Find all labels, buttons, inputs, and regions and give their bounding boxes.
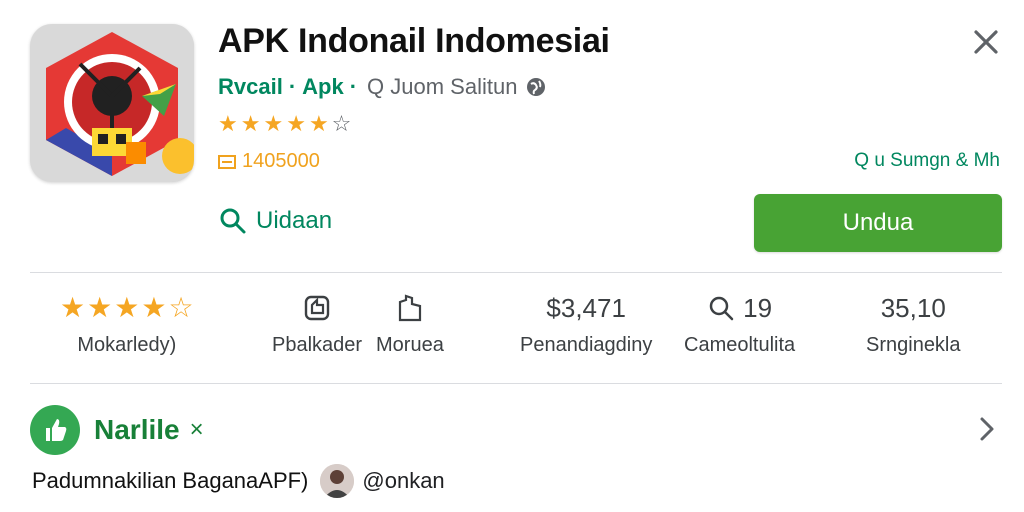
section-title: Narlile [94, 414, 180, 445]
stat-rating[interactable]: ★ ★ ★ ★ ☆ Mokarledy) [60, 288, 194, 357]
stat-srnginekla[interactable]: 35,10 Srnginekla [866, 288, 961, 357]
star-icon: ★ [240, 111, 261, 136]
star-icon: ★ [286, 111, 306, 136]
downloads-count: 1405000 [218, 150, 320, 173]
star-icon: ★ [141, 292, 167, 323]
chevron-right-icon[interactable] [976, 414, 998, 449]
close-button[interactable] [966, 22, 1006, 62]
rating-stars-large: ★ ★ ★ ★ ☆ [60, 294, 194, 322]
star-outline-icon: ☆ [168, 292, 194, 323]
divider [30, 272, 1002, 273]
stat-pbalkader[interactable]: Pbalkader [272, 288, 362, 357]
star-icon: ★ [114, 292, 140, 323]
star-icon: ★ [87, 292, 113, 323]
star-outline-icon: ☆ [331, 111, 352, 136]
app-subtitle: Q Juom Salitun [367, 74, 518, 99]
section-badge: × [189, 416, 204, 443]
install-button[interactable]: Undua [754, 194, 1002, 252]
hand-icon [398, 294, 422, 322]
stat-label: Pbalkader [272, 334, 363, 356]
star-icon: ★ [263, 111, 284, 136]
thumbs-up-badge-icon [30, 405, 80, 455]
app-title: APK Indonail Indomesiai [218, 22, 610, 60]
stat-label: Moruea [376, 334, 444, 356]
search-check-icon [220, 208, 246, 234]
stat-label: Srnginekla [866, 334, 961, 356]
divider [30, 383, 1002, 384]
close-icon [974, 30, 998, 54]
review-text: Padumnakilian BaganaAPF) [32, 468, 309, 493]
stat-label: Penandiagdiny [520, 334, 653, 356]
user-handle[interactable]: @onkan [362, 468, 444, 494]
globe-icon [525, 76, 547, 98]
app-icon [30, 24, 194, 182]
thumbs-up-icon [304, 295, 330, 321]
category-link[interactable]: Apk [302, 74, 344, 100]
star-icon: ★ [60, 292, 86, 323]
developer-link[interactable]: Rvcail [218, 74, 283, 100]
stat-penandiagdiny[interactable]: $3,471 Penandiagdiny [520, 288, 652, 357]
stat-value: $3,471 [546, 292, 626, 323]
stat-label: Mokarledy) [77, 334, 177, 356]
downloads-value: 1405000 [242, 150, 320, 172]
stats-row: ★ ★ ★ ★ ☆ Mokarledy) Pbalkader Moruea $3… [30, 288, 1002, 368]
contains-info: Q u Sumgn & Mh [854, 150, 1000, 171]
star-icon: ★ [308, 111, 329, 136]
stat-value: 19 [743, 292, 773, 323]
star-icon: ★ [218, 111, 238, 136]
stat-moruea[interactable]: Moruea [376, 288, 444, 357]
developer-line: Rvcail · Apk · Q Juom Salitun [218, 74, 547, 100]
section-header[interactable]: Narlile × [30, 404, 1002, 456]
wishlist-button[interactable]: Uidaan [218, 206, 332, 236]
search-icon [709, 296, 734, 321]
avatar[interactable] [320, 464, 355, 498]
separator-dot: · [288, 74, 297, 99]
separator-dot: · [349, 74, 358, 99]
download-box-icon [218, 154, 236, 169]
wishlist-label: Uidaan [256, 207, 333, 234]
stat-cameoltulita[interactable]: 19 Cameoltulita [684, 288, 795, 357]
stat-label: Cameoltulita [684, 334, 796, 356]
rating-stars: ★ ★ ★ ★ ★ ☆ [218, 112, 351, 136]
review-line: Padumnakilian BaganaAPF) @onkan [32, 464, 445, 498]
stat-value: 35,10 [880, 292, 946, 323]
